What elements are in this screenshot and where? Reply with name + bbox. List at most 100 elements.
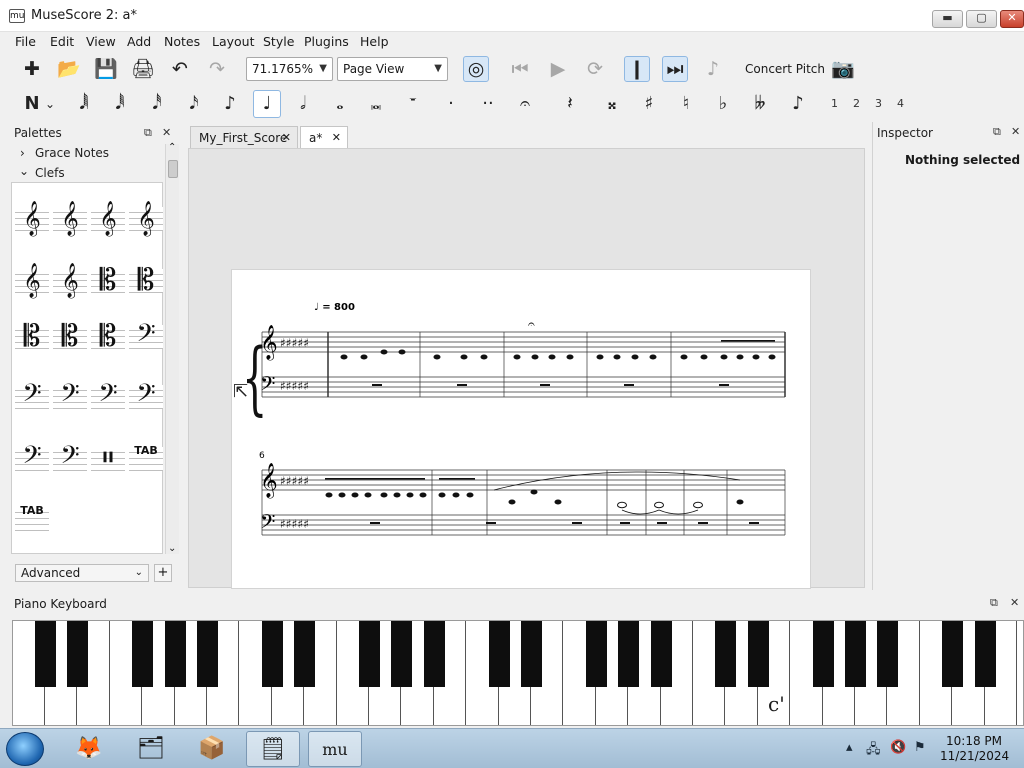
clef-item[interactable]: 𝄡 — [14, 311, 50, 365]
piano-black-key[interactable] — [34, 621, 56, 687]
play-repeats-icon[interactable]: ❙ — [624, 56, 650, 82]
duration-16th-icon[interactable]: 𝅘𝅥𝅯 — [180, 90, 208, 118]
chevron-down-icon[interactable]: ⌄ — [19, 164, 29, 178]
piano-black-key[interactable] — [520, 621, 542, 687]
piano-black-key[interactable] — [812, 621, 834, 687]
close-icon[interactable]: ✕ — [162, 126, 171, 139]
clef-item[interactable]: 𝄢 — [90, 371, 126, 425]
piano-black-key[interactable] — [942, 621, 964, 687]
piano-black-key[interactable] — [196, 621, 218, 687]
clef-item[interactable]: TAB — [128, 433, 164, 487]
sticky-notes-icon[interactable]: 🗒 — [246, 731, 300, 767]
musescore-taskbar-icon[interactable]: mu — [308, 731, 362, 767]
piano-white-key[interactable] — [1017, 621, 1023, 725]
menu-edit[interactable]: Edit — [50, 34, 74, 49]
double-sharp-icon[interactable]: 𝄪 — [598, 90, 626, 118]
piano-black-key[interactable] — [132, 621, 154, 687]
voice-2-button[interactable]: 2 — [853, 97, 860, 110]
action-center-flag-icon[interactable]: ⚑ — [914, 740, 926, 755]
double-flat-icon[interactable]: 𝄫 — [746, 90, 774, 118]
menu-notes[interactable]: Notes — [164, 34, 200, 49]
piano-black-key[interactable] — [747, 621, 769, 687]
float-icon[interactable]: ⧉ — [144, 126, 152, 140]
duration-128th-icon[interactable]: 𝅘𝅥𝅲 — [70, 90, 98, 118]
menu-help[interactable]: Help — [360, 34, 389, 49]
menu-style[interactable]: Style — [263, 34, 294, 49]
piano-black-key[interactable] — [391, 621, 413, 687]
concert-pitch-button[interactable]: Concert Pitch — [745, 62, 825, 76]
score-page[interactable]: ♩ = 800 𝄞 𝄢 ♯♯♯♯♯ ♯♯♯♯♯ 𝄐 6 𝄞 𝄢 ♯♯♯♯♯ ♯♯… — [231, 269, 811, 589]
firefox-icon[interactable]: 🦊 — [62, 731, 116, 767]
close-icon[interactable]: ✕ — [332, 127, 341, 149]
tab-my-first-score[interactable]: My_First_Score ✕ — [190, 126, 298, 148]
clef-item[interactable]: TAB — [14, 493, 50, 547]
menu-plugins[interactable]: Plugins — [304, 34, 349, 49]
palette-clefs[interactable]: Clefs — [35, 166, 65, 180]
chevron-right-icon[interactable]: › — [20, 146, 25, 160]
system-clock[interactable]: 10:18 PM 11/21/2024 — [940, 734, 1009, 764]
float-icon[interactable]: ⧉ — [990, 596, 998, 610]
duration-longa-icon[interactable]: 𝄻 — [399, 90, 427, 118]
menu-layout[interactable]: Layout — [212, 34, 255, 49]
double-dot-icon[interactable]: ·· — [474, 90, 502, 118]
midi-input-icon[interactable]: ◎ — [463, 56, 489, 82]
clef-item[interactable]: 𝄢 — [52, 371, 88, 425]
flat-icon[interactable]: ♭ — [709, 90, 737, 118]
pan-score-icon[interactable]: ⏭ — [662, 56, 688, 82]
clef-item[interactable]: 𝄞 — [52, 255, 88, 309]
voice-3-button[interactable]: 3 — [875, 97, 882, 110]
undo-icon[interactable]: ↶ — [167, 56, 193, 82]
clef-item[interactable]: 𝄢 — [14, 371, 50, 425]
show-hidden-icons-icon[interactable]: ▴ — [846, 740, 853, 755]
clef-item[interactable]: 𝄢 — [128, 371, 164, 425]
clef-item[interactable]: 𝄢 — [128, 311, 164, 365]
metronome-icon[interactable]: ♪ — [700, 56, 726, 82]
piano-black-key[interactable] — [715, 621, 737, 687]
duration-whole-icon[interactable]: 𝅝 — [326, 90, 354, 118]
network-icon[interactable]: 🖧 — [866, 740, 881, 762]
clef-item[interactable]: 𝄡 — [90, 311, 126, 365]
flip-direction-icon[interactable]: ♪ — [784, 90, 812, 118]
clef-item[interactable]: 𝄞 — [14, 193, 50, 247]
start-button[interactable] — [6, 732, 44, 766]
piano-black-key[interactable] — [844, 621, 866, 687]
piano-black-key[interactable] — [164, 621, 186, 687]
workspace-select[interactable]: Advanced ⌄ — [15, 564, 149, 582]
piano-black-key[interactable] — [650, 621, 672, 687]
piano-black-key[interactable] — [877, 621, 899, 687]
play-icon[interactable]: ▶ — [545, 56, 571, 82]
close-icon[interactable]: ✕ — [282, 127, 291, 149]
close-window-button[interactable]: ✕ — [1000, 10, 1024, 28]
duration-half-icon[interactable]: 𝅗𝅥 — [289, 90, 317, 118]
duration-breve-icon[interactable]: 𝅜 — [362, 90, 390, 118]
minecraft-icon[interactable]: 📦 — [185, 731, 239, 767]
save-icon[interactable]: 💾 — [93, 56, 119, 82]
piano-black-key[interactable] — [974, 621, 996, 687]
piano-black-key[interactable] — [261, 621, 283, 687]
duration-32nd-icon[interactable]: 𝅘𝅥𝅰 — [143, 90, 171, 118]
loop-icon[interactable]: ⟳ — [582, 56, 608, 82]
piano-black-key[interactable] — [358, 621, 380, 687]
duration-eighth-icon[interactable]: ♪ — [216, 90, 244, 118]
augmentation-dot-icon[interactable]: · — [437, 90, 465, 118]
clef-item[interactable]: 𝄞 — [14, 255, 50, 309]
rewind-icon[interactable]: ⏮ — [507, 56, 533, 82]
menu-add[interactable]: Add — [127, 34, 151, 49]
palette-grace-notes[interactable]: Grace Notes — [35, 146, 109, 160]
chevron-up-icon[interactable]: ⌃ — [168, 142, 176, 153]
clef-item[interactable]: 𝄡 — [90, 255, 126, 309]
clef-item[interactable]: 𝄢 — [14, 433, 50, 487]
redo-icon[interactable]: ↷ — [204, 56, 230, 82]
close-icon[interactable]: ✕ — [1010, 596, 1019, 609]
piano-keyboard[interactable] — [12, 620, 1024, 726]
chevron-down-icon[interactable]: ⌄ — [168, 543, 176, 554]
minimize-button[interactable]: ▬ — [932, 10, 963, 28]
natural-icon[interactable]: ♮ — [672, 90, 700, 118]
float-icon[interactable]: ⧉ — [993, 125, 1001, 139]
piano-black-key[interactable] — [294, 621, 316, 687]
view-mode-select[interactable]: Page View ▼ — [337, 57, 448, 81]
open-folder-icon[interactable]: 📂 — [56, 56, 82, 82]
add-workspace-button[interactable]: + — [154, 564, 172, 582]
rest-icon[interactable]: 𝄽 — [556, 90, 584, 118]
clef-item[interactable]: 𝄞 — [90, 193, 126, 247]
